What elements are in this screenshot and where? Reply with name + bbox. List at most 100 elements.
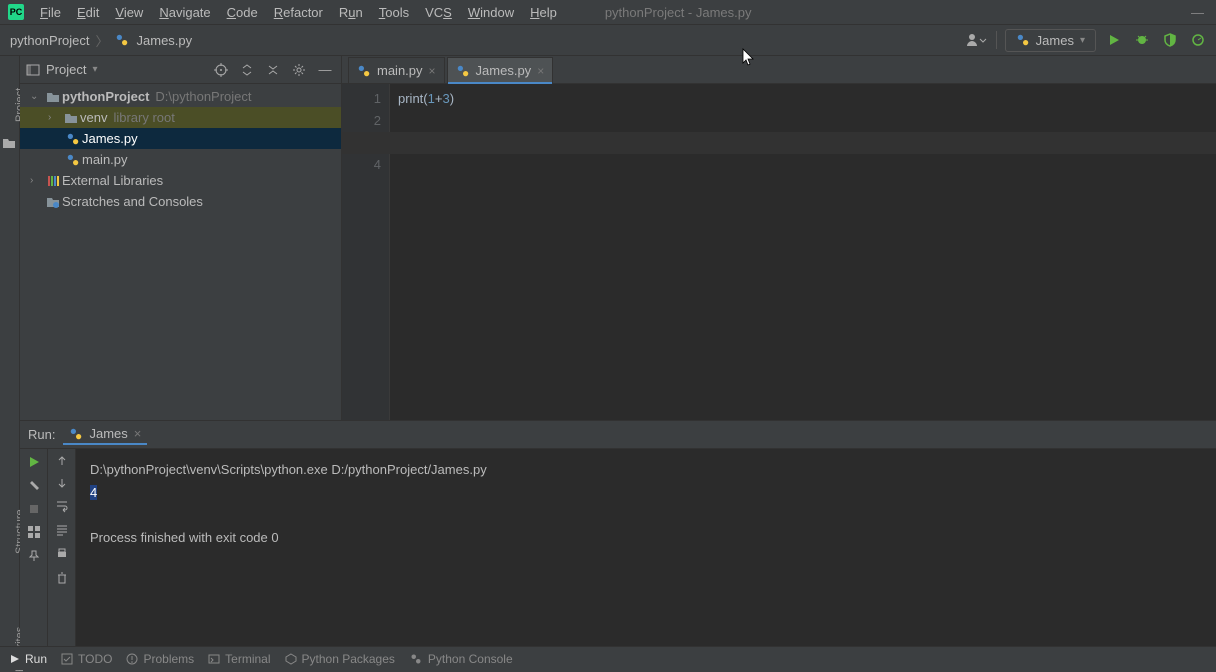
main-menu-bar: PC FFileile EditEdit ViewView NavigateNa…: [0, 0, 1216, 25]
menu-code[interactable]: CodeCode: [219, 3, 266, 22]
tree-label: pythonProject: [62, 89, 149, 104]
run-config-name: James: [1036, 33, 1074, 48]
nav-toolbar: pythonProject 〉 James.py James ▾: [0, 25, 1216, 56]
profile-button[interactable]: [1188, 33, 1208, 47]
breadcrumb-project[interactable]: pythonProject: [10, 33, 90, 48]
scratches-icon: [44, 195, 62, 209]
app-icon: PC: [8, 4, 24, 20]
python-file-icon: [1016, 33, 1030, 47]
debug-button[interactable]: [1132, 33, 1152, 47]
folder-icon[interactable]: [2, 136, 16, 150]
stop-button[interactable]: [28, 503, 40, 515]
output-exit: Process finished with exit code 0: [90, 530, 279, 545]
left-tool-stripe: Project Structure Favorites: [0, 56, 20, 646]
folder-icon: [44, 90, 62, 104]
user-dropdown[interactable]: [966, 32, 988, 48]
status-bar: Run TODO Problems Terminal Python Packag…: [0, 646, 1216, 670]
output-result: 4: [90, 485, 97, 500]
run-tab[interactable]: James ×: [63, 424, 147, 445]
tree-file-james[interactable]: James.py: [20, 128, 341, 149]
project-tree[interactable]: ⌄ pythonProject D:\pythonProject › venv …: [20, 84, 341, 420]
pin-button[interactable]: [27, 549, 41, 563]
scroll-down-button[interactable]: [56, 477, 68, 489]
scroll-up-button[interactable]: [56, 455, 68, 467]
breadcrumb-file[interactable]: James.py: [137, 33, 193, 48]
menu-tools[interactable]: ToolsTools: [371, 3, 417, 22]
soft-wrap-button[interactable]: [55, 499, 69, 513]
tree-project-root[interactable]: ⌄ pythonProject D:\pythonProject: [20, 86, 341, 107]
window-title: pythonProject - James.py: [605, 5, 752, 20]
run-toolbar-primary: [20, 449, 48, 646]
breadcrumb-separator-icon: 〉: [96, 31, 109, 50]
run-panel-label: Run:: [28, 427, 55, 442]
python-file-icon: [456, 64, 470, 78]
output-command: D:\pythonProject\venv\Scripts\python.exe…: [90, 462, 487, 477]
line-number: 4: [342, 154, 381, 176]
locate-file-button[interactable]: [211, 63, 231, 77]
python-file-icon: [115, 33, 129, 47]
project-panel-title[interactable]: Project: [46, 62, 86, 77]
close-tab-icon[interactable]: ×: [429, 64, 436, 78]
menu-window[interactable]: WindowWindow: [460, 3, 522, 22]
run-button[interactable]: [1104, 33, 1124, 47]
code-content[interactable]: print(1+3): [390, 84, 1216, 420]
libraries-icon: [44, 174, 62, 188]
close-tab-icon[interactable]: ×: [134, 426, 142, 441]
editor-tabs: main.py × James.py ×: [342, 56, 1216, 84]
statusbar-terminal[interactable]: Terminal: [208, 652, 270, 666]
expand-all-button[interactable]: [237, 63, 257, 77]
coverage-button[interactable]: [1160, 33, 1180, 47]
code-token: 3: [442, 91, 449, 106]
rerun-button[interactable]: [27, 455, 41, 469]
scroll-to-end-button[interactable]: [55, 523, 69, 537]
tree-external-libraries[interactable]: › External Libraries: [20, 170, 341, 191]
python-file-icon: [64, 132, 82, 146]
menu-view[interactable]: ViewView: [107, 3, 151, 22]
menu-help[interactable]: HelpHelp: [522, 3, 565, 22]
chevron-right-icon[interactable]: ›: [48, 112, 62, 123]
statusbar-python-console[interactable]: Python Console: [409, 652, 513, 666]
menu-refactor[interactable]: RefactorRefactor: [266, 3, 331, 22]
run-tool-window: Run: James × D:\py: [20, 420, 1216, 646]
run-tab-name: James: [89, 426, 127, 441]
menu-edit[interactable]: EditEdit: [69, 3, 107, 22]
tree-label: Scratches and Consoles: [62, 194, 203, 209]
editor-tab-james[interactable]: James.py ×: [447, 57, 554, 83]
tool-button[interactable]: [27, 479, 41, 493]
menu-run[interactable]: RunRun: [331, 3, 371, 22]
run-output[interactable]: D:\pythonProject\venv\Scripts\python.exe…: [76, 449, 1216, 646]
breadcrumb: pythonProject 〉 James.py: [0, 31, 192, 50]
code-token: ): [450, 91, 454, 106]
layout-button[interactable]: [27, 525, 41, 539]
code-editor[interactable]: 1 2 3 4 print(1+3): [342, 84, 1216, 420]
folder-icon: [62, 111, 80, 125]
chevron-down-icon[interactable]: ▾: [92, 64, 97, 75]
editor-tab-main[interactable]: main.py ×: [348, 57, 445, 83]
tree-venv-folder[interactable]: › venv library root: [20, 107, 341, 128]
menu-navigate[interactable]: NavigateNavigate: [151, 3, 218, 22]
chevron-down-icon: ▾: [1080, 35, 1085, 46]
statusbar-todo[interactable]: TODO: [61, 652, 112, 666]
line-number: 2: [342, 110, 381, 132]
python-file-icon: [69, 427, 83, 441]
chevron-down-icon[interactable]: ⌄: [30, 91, 44, 102]
close-tab-icon[interactable]: ×: [537, 64, 544, 78]
project-view-icon: [26, 63, 40, 77]
statusbar-problems[interactable]: Problems: [126, 652, 194, 666]
print-button[interactable]: [55, 547, 69, 561]
code-token: print: [398, 91, 423, 106]
tab-label: James.py: [476, 63, 532, 78]
tree-file-main[interactable]: main.py: [20, 149, 341, 170]
collapse-all-button[interactable]: [263, 63, 283, 77]
minimize-button[interactable]: —: [1191, 5, 1204, 20]
menu-vcs[interactable]: VCSVCS: [417, 3, 460, 22]
run-configuration-selector[interactable]: James ▾: [1005, 29, 1096, 52]
settings-button[interactable]: [289, 63, 309, 77]
statusbar-run[interactable]: Run: [10, 652, 47, 666]
chevron-right-icon[interactable]: ›: [30, 175, 44, 186]
menu-file[interactable]: FFileile: [32, 3, 69, 22]
hide-panel-button[interactable]: —: [315, 62, 335, 77]
statusbar-python-packages[interactable]: Python Packages: [285, 652, 395, 666]
tree-scratches[interactable]: Scratches and Consoles: [20, 191, 341, 212]
clear-button[interactable]: [55, 571, 69, 585]
